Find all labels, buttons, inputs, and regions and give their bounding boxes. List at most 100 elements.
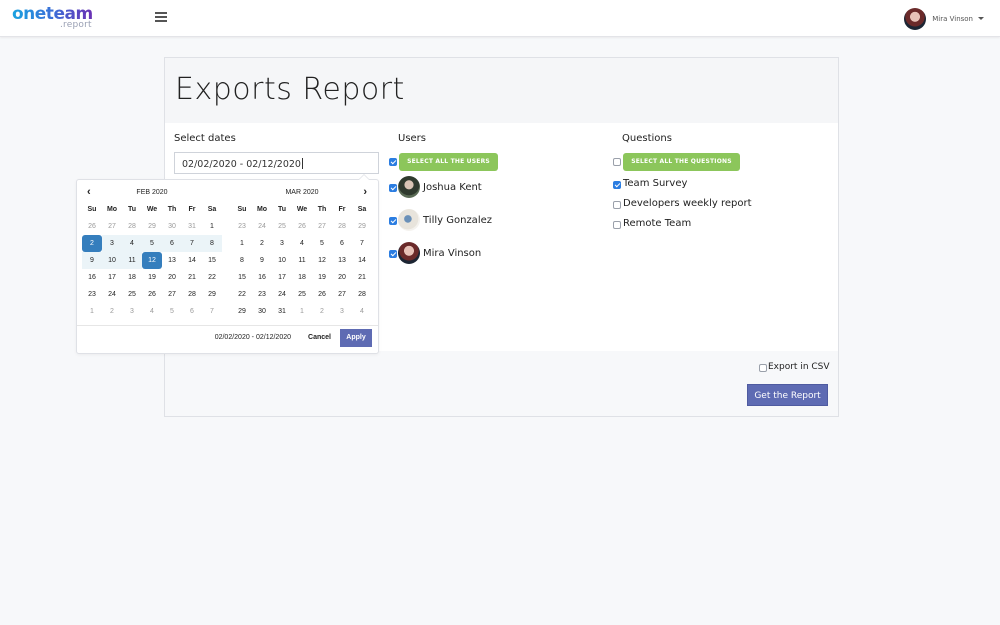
calendar-day[interactable]: 8 bbox=[232, 252, 252, 269]
calendar-day[interactable]: 27 bbox=[102, 218, 122, 235]
calendar-day[interactable]: 11 bbox=[292, 252, 312, 269]
calendar-day[interactable]: 3 bbox=[332, 303, 352, 320]
calendar-day[interactable]: 22 bbox=[232, 286, 252, 303]
calendar-day[interactable]: 28 bbox=[122, 218, 142, 235]
calendar-day[interactable]: 10 bbox=[272, 252, 292, 269]
calendar-day[interactable]: 29 bbox=[202, 286, 222, 303]
question-checkbox-remote-team[interactable] bbox=[613, 221, 621, 229]
user-checkbox-tilly-gonzalez[interactable] bbox=[389, 217, 397, 225]
calendar-day[interactable]: 3 bbox=[272, 235, 292, 252]
calendar-day[interactable]: 4 bbox=[142, 303, 162, 320]
calendar-day[interactable]: 6 bbox=[182, 303, 202, 320]
calendar-day[interactable]: 21 bbox=[182, 269, 202, 286]
calendar-day[interactable]: 8 bbox=[202, 235, 222, 252]
cancel-button[interactable]: Cancel bbox=[308, 334, 331, 341]
calendar-day[interactable]: 6 bbox=[162, 235, 182, 252]
chevron-left-icon[interactable]: ‹ bbox=[87, 186, 91, 199]
calendar-day[interactable]: 2 bbox=[102, 303, 122, 320]
calendar-day[interactable]: 25 bbox=[122, 286, 142, 303]
question-checkbox-developers-weekly-report[interactable] bbox=[613, 201, 621, 209]
get-report-button[interactable]: Get the Report bbox=[747, 384, 828, 406]
calendar-day[interactable]: 29 bbox=[142, 218, 162, 235]
calendar-day[interactable]: 15 bbox=[232, 269, 252, 286]
calendar-day[interactable]: 5 bbox=[162, 303, 182, 320]
calendar-day[interactable]: 12 bbox=[312, 252, 332, 269]
calendar-day[interactable]: 2 bbox=[252, 235, 272, 252]
select-all-questions-button[interactable]: SELECT ALL THE QUESTIONS bbox=[623, 153, 740, 171]
calendar-day-selected[interactable]: 12 bbox=[142, 252, 162, 269]
calendar-day[interactable]: 6 bbox=[332, 235, 352, 252]
calendar-day[interactable]: 30 bbox=[252, 303, 272, 320]
calendar-day[interactable]: 18 bbox=[122, 269, 142, 286]
calendar-day[interactable]: 11 bbox=[122, 252, 142, 269]
calendar-day[interactable]: 1 bbox=[292, 303, 312, 320]
calendar-day[interactable]: 14 bbox=[182, 252, 202, 269]
calendar-day[interactable]: 30 bbox=[162, 218, 182, 235]
calendar-day[interactable]: 16 bbox=[252, 269, 272, 286]
user-menu[interactable]: Mira Vinson bbox=[904, 6, 984, 31]
calendar-day[interactable]: 3 bbox=[122, 303, 142, 320]
oneteam-logo[interactable]: oneteam .report bbox=[12, 4, 102, 32]
export-csv-checkbox[interactable] bbox=[759, 364, 767, 372]
calendar-day[interactable]: 9 bbox=[252, 252, 272, 269]
user-checkbox-mira-vinson[interactable] bbox=[389, 250, 397, 258]
calendar-day[interactable]: 19 bbox=[142, 269, 162, 286]
calendar-day[interactable]: 20 bbox=[332, 269, 352, 286]
select-all-questions-checkbox[interactable] bbox=[613, 158, 621, 166]
calendar-day[interactable]: 19 bbox=[312, 269, 332, 286]
calendar-day[interactable]: 22 bbox=[202, 269, 222, 286]
question-checkbox-team-survey[interactable] bbox=[613, 181, 621, 189]
calendar-day[interactable]: 24 bbox=[252, 218, 272, 235]
calendar-day[interactable]: 27 bbox=[312, 218, 332, 235]
calendar-day[interactable]: 7 bbox=[352, 235, 372, 252]
calendar-day[interactable]: 29 bbox=[232, 303, 252, 320]
calendar-day[interactable]: 25 bbox=[272, 218, 292, 235]
calendar-day[interactable]: 29 bbox=[352, 218, 372, 235]
calendar-day[interactable]: 13 bbox=[162, 252, 182, 269]
calendar-day[interactable]: 31 bbox=[182, 218, 202, 235]
calendar-day[interactable]: 26 bbox=[82, 218, 102, 235]
calendar-day[interactable]: 4 bbox=[122, 235, 142, 252]
calendar-day-selected[interactable]: 2 bbox=[82, 235, 102, 252]
calendar-day[interactable]: 24 bbox=[272, 286, 292, 303]
hamburger-icon[interactable] bbox=[155, 12, 167, 24]
calendar-day[interactable]: 1 bbox=[232, 235, 252, 252]
calendar-day[interactable]: 1 bbox=[202, 218, 222, 235]
calendar-day[interactable]: 28 bbox=[182, 286, 202, 303]
calendar-day[interactable]: 4 bbox=[292, 235, 312, 252]
calendar-day[interactable]: 23 bbox=[232, 218, 252, 235]
calendar-day[interactable]: 28 bbox=[332, 218, 352, 235]
calendar-day[interactable]: 23 bbox=[252, 286, 272, 303]
calendar-day[interactable]: 21 bbox=[352, 269, 372, 286]
calendar-day[interactable]: 1 bbox=[82, 303, 102, 320]
user-checkbox-joshua-kent[interactable] bbox=[389, 184, 397, 192]
calendar-day[interactable]: 20 bbox=[162, 269, 182, 286]
chevron-right-icon[interactable]: › bbox=[363, 186, 367, 199]
calendar-day[interactable]: 23 bbox=[82, 286, 102, 303]
calendar-day[interactable]: 26 bbox=[142, 286, 162, 303]
calendar-day[interactable]: 3 bbox=[102, 235, 122, 252]
calendar-day[interactable]: 28 bbox=[352, 286, 372, 303]
date-range-input[interactable]: 02/02/2020 - 02/12/2020 bbox=[174, 152, 379, 174]
calendar-day[interactable]: 27 bbox=[162, 286, 182, 303]
calendar-day[interactable]: 26 bbox=[292, 218, 312, 235]
calendar-day[interactable]: 27 bbox=[332, 286, 352, 303]
calendar-day[interactable]: 26 bbox=[312, 286, 332, 303]
apply-button[interactable]: Apply bbox=[340, 329, 372, 347]
calendar-day[interactable]: 17 bbox=[102, 269, 122, 286]
calendar-day[interactable]: 15 bbox=[202, 252, 222, 269]
calendar-day[interactable]: 2 bbox=[312, 303, 332, 320]
calendar-day[interactable]: 16 bbox=[82, 269, 102, 286]
calendar-day[interactable]: 14 bbox=[352, 252, 372, 269]
calendar-day[interactable]: 10 bbox=[102, 252, 122, 269]
calendar-day[interactable]: 17 bbox=[272, 269, 292, 286]
calendar-day[interactable]: 7 bbox=[182, 235, 202, 252]
calendar-day[interactable]: 5 bbox=[142, 235, 162, 252]
select-all-users-button[interactable]: SELECT ALL THE USERS bbox=[399, 153, 498, 171]
calendar-day[interactable]: 31 bbox=[272, 303, 292, 320]
calendar-day[interactable]: 25 bbox=[292, 286, 312, 303]
calendar-day[interactable]: 18 bbox=[292, 269, 312, 286]
calendar-day[interactable]: 7 bbox=[202, 303, 222, 320]
calendar-day[interactable]: 13 bbox=[332, 252, 352, 269]
calendar-day[interactable]: 4 bbox=[352, 303, 372, 320]
